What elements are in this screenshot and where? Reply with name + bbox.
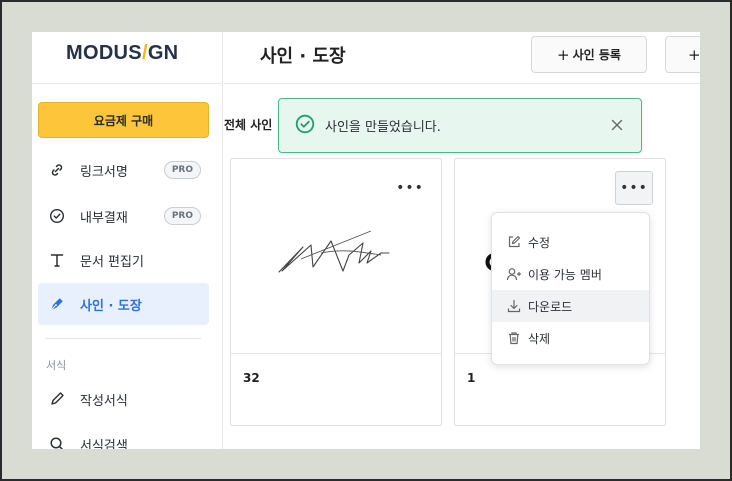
menu-item-available-members[interactable]: 이용 가능 멤버 [492,258,649,290]
toast-message: 사인을 만들었습니다. [325,120,441,135]
signature-card[interactable]: ••• 32 [230,158,442,426]
sidebar-separator [46,338,201,339]
upgrade-button[interactable]: 요금제 구매 [38,102,209,138]
sidebar-divider [32,83,223,84]
add-signature-button[interactable]: + 사인 등록 [531,36,647,73]
sidebar-item-label: 사인 · 도장 [80,298,142,314]
logo[interactable]: MODUS / GN [66,42,178,64]
search-icon [48,435,66,449]
plus-icon: + [557,45,570,64]
menu-item-label: 이용 가능 멤버 [528,267,602,282]
download-icon [506,298,522,314]
logo-text-left: MODUS [66,41,142,64]
ellipsis-icon: ••• [396,180,424,196]
menu-item-edit[interactable]: 수정 [492,226,649,258]
menu-item-delete[interactable]: 삭제 [492,322,649,354]
card-options-menu: 수정 이용 가능 멤버 다운로드 삭제 [491,212,650,365]
sidebar-item-label: 링크서명 [80,164,128,180]
trash-icon [506,330,522,346]
page-title: 사인 · 도장 [260,46,346,67]
logo-text-right: GN [147,41,179,64]
section-label-forms: 서식 [46,359,67,372]
sidebar-item-signature-stamp[interactable]: 사인 · 도장 [38,283,209,325]
filter-label[interactable]: 전체 사인 [224,116,272,133]
sidebar-item-label: 작성서식 [80,393,128,409]
menu-item-label: 수정 [528,235,551,250]
link-icon [48,161,66,179]
user-add-icon [506,266,522,282]
plus-icon: + [688,45,700,64]
sidebar-item-document-editor[interactable]: 문서 편집기 [38,239,209,281]
menu-item-label: 삭제 [528,331,551,346]
ellipsis-icon: ••• [620,180,648,196]
success-toast: 사인을 만들었습니다. [278,98,642,153]
menu-item-download[interactable]: 다운로드 [492,290,649,322]
pro-badge: PRO [163,207,201,225]
sidebar: MODUS / GN 요금제 구매 링크서명 PRO 내부결재 PRO 문서 편집기 [32,32,223,449]
pro-badge: PRO [163,161,201,179]
sidebar-item-label: 문서 편집기 [80,254,144,270]
more-options-button[interactable]: ••• [615,171,653,205]
add-signature-label: 사인 등록 [572,48,621,62]
sidebar-item-form-write[interactable]: 작성서식 [38,378,209,420]
page-header: 사인 · 도장 + 사인 등록 + [224,32,700,84]
card-name: 1 [467,371,476,385]
card-name: 32 [243,371,260,385]
app-window: MODUS / GN 요금제 구매 링크서명 PRO 내부결재 PRO 문서 편집기 [32,32,700,449]
pen-nib-icon [48,295,66,313]
more-options-button[interactable]: ••• [391,171,429,205]
menu-item-label: 다운로드 [528,299,573,314]
edit-icon [506,234,522,250]
pencil-icon [48,390,66,408]
check-circle-icon [48,207,66,225]
sidebar-item-label: 내부결재 [80,210,128,226]
close-icon[interactable] [607,115,627,135]
add-stamp-button[interactable]: + [665,36,700,73]
check-circle-icon [295,114,315,138]
text-icon [48,251,66,269]
sidebar-item-form-search[interactable]: 서식검색 [38,423,209,449]
sidebar-item-label: 서식검색 [80,438,128,450]
sidebar-item-internal-approval[interactable]: 내부결재 PRO [38,195,209,237]
sidebar-item-link-sign[interactable]: 링크서명 PRO [38,149,209,191]
